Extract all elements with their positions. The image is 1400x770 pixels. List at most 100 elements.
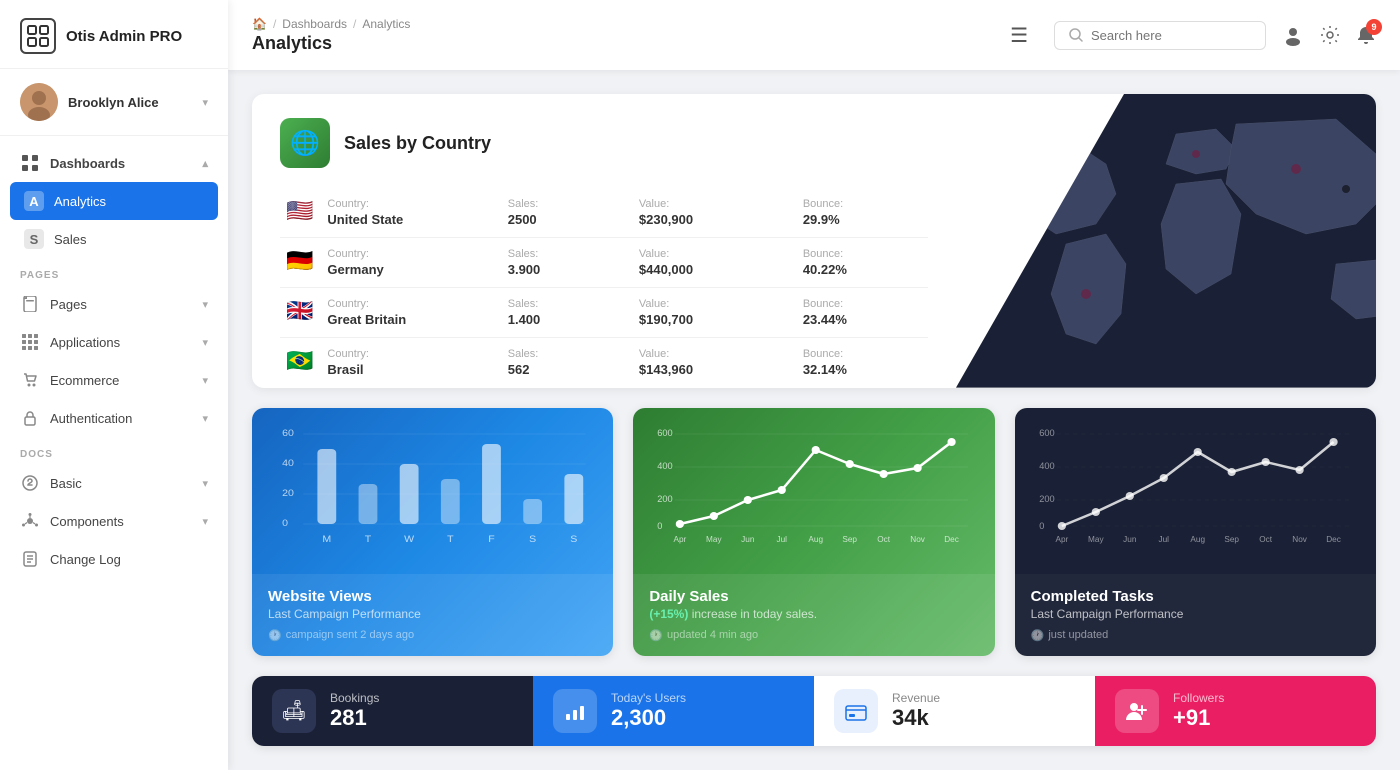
applications-chevron-icon: ▾ bbox=[202, 336, 208, 349]
svg-text:May: May bbox=[1088, 535, 1104, 544]
line-chart-green-svg: 600 400 200 0 bbox=[649, 424, 978, 574]
dashboards-chevron-icon: ▴ bbox=[202, 157, 208, 170]
daily-sales-chart: 600 400 200 0 bbox=[633, 408, 994, 574]
user-name: Brooklyn Alice bbox=[68, 95, 192, 110]
svg-text:Nov: Nov bbox=[911, 535, 927, 544]
country-label: Country: bbox=[327, 298, 495, 310]
sales-value: 562 bbox=[508, 362, 627, 377]
sidebar-item-components[interactable]: Components ▾ bbox=[0, 502, 228, 540]
svg-text:0: 0 bbox=[658, 521, 663, 531]
analytics-label: Analytics bbox=[54, 194, 204, 209]
svg-text:Sep: Sep bbox=[843, 535, 858, 544]
search-input[interactable] bbox=[1091, 28, 1251, 43]
svg-text:T: T bbox=[447, 534, 453, 544]
website-views-chart: 60 40 20 0 bbox=[252, 408, 613, 574]
svg-text:60: 60 bbox=[282, 428, 294, 438]
country-flag: 🇩🇪 bbox=[286, 248, 313, 273]
bar-chart-svg: 60 40 20 0 bbox=[268, 424, 597, 574]
content-area: 🌐 Sales by Country 🇺🇸 Country: United St… bbox=[228, 70, 1400, 770]
country-flag: 🇧🇷 bbox=[286, 348, 313, 373]
svg-text:600: 600 bbox=[658, 428, 673, 438]
website-views-subtitle: Last Campaign Performance bbox=[268, 607, 597, 621]
stat-bookings-text: Bookings 281 bbox=[330, 691, 379, 731]
sales-label: Sales: bbox=[508, 248, 627, 260]
bounce-label: Bounce: bbox=[803, 248, 922, 260]
notification-badge: 9 bbox=[1366, 19, 1382, 35]
daily-sales-info: Daily Sales (+15%) increase in today sal… bbox=[633, 574, 994, 656]
svg-text:T: T bbox=[365, 534, 371, 544]
sidebar-item-authentication[interactable]: Authentication ▾ bbox=[0, 399, 228, 437]
country-flag: 🇺🇸 bbox=[286, 198, 313, 223]
pages-chevron-icon: ▾ bbox=[202, 298, 208, 311]
svg-text:Oct: Oct bbox=[878, 535, 892, 544]
completed-tasks-title: Completed Tasks bbox=[1031, 588, 1360, 605]
country-label: Country: bbox=[327, 348, 495, 360]
analytics-icon: A bbox=[24, 191, 44, 211]
value-value: $230,900 bbox=[639, 212, 791, 227]
sidebar-item-ecommerce[interactable]: Ecommerce ▾ bbox=[0, 361, 228, 399]
bookings-icon: 🛋 bbox=[272, 689, 316, 733]
stats-row: 🛋 Bookings 281 Today's Users 2,3 bbox=[252, 676, 1376, 746]
svg-text:200: 200 bbox=[1039, 494, 1054, 504]
topbar-icons: 9 bbox=[1282, 24, 1376, 46]
globe-icon: 🌐 bbox=[280, 118, 330, 168]
profile-icon[interactable] bbox=[1282, 24, 1304, 46]
authentication-label: Authentication bbox=[50, 411, 192, 426]
svg-text:Dec: Dec bbox=[945, 535, 960, 544]
website-views-footer: 🕐 campaign sent 2 days ago bbox=[268, 629, 597, 642]
svg-text:Jul: Jul bbox=[1158, 535, 1169, 544]
svg-text:0: 0 bbox=[282, 518, 288, 528]
authentication-icon bbox=[20, 408, 40, 428]
sales-card-header: 🌐 Sales by Country bbox=[280, 118, 928, 168]
line-chart-dark-svg: 600 400 200 0 bbox=[1031, 424, 1360, 574]
value-label: Value: bbox=[639, 348, 791, 360]
value-value: $190,700 bbox=[639, 312, 791, 327]
bookings-value: 281 bbox=[330, 705, 379, 731]
sidebar-item-applications[interactable]: Applications ▾ bbox=[0, 323, 228, 361]
sep1: / bbox=[273, 17, 276, 31]
svg-text:600: 600 bbox=[1039, 428, 1054, 438]
search-box[interactable] bbox=[1054, 21, 1266, 50]
user-area[interactable]: Brooklyn Alice ▾ bbox=[0, 69, 228, 136]
sidebar-item-changelog[interactable]: Change Log bbox=[0, 540, 228, 578]
svg-text:Nov: Nov bbox=[1292, 535, 1308, 544]
stat-bookings: 🛋 Bookings 281 bbox=[252, 676, 533, 746]
pages-section-label: PAGES bbox=[0, 258, 228, 285]
basic-icon bbox=[20, 473, 40, 493]
value-label: Value: bbox=[639, 298, 791, 310]
components-label: Components bbox=[50, 514, 192, 529]
ecommerce-label: Ecommerce bbox=[50, 373, 192, 388]
country-name: United State bbox=[327, 212, 495, 227]
sidebar-item-sales[interactable]: S Sales bbox=[0, 220, 228, 258]
main-content: 🏠 / Dashboards / Analytics Analytics ☰ bbox=[228, 0, 1400, 770]
users-chart-icon bbox=[553, 689, 597, 733]
svg-text:Jun: Jun bbox=[1123, 535, 1136, 544]
daily-sales-subtitle: (+15%) increase in today sales. bbox=[649, 607, 978, 621]
basic-chevron-icon: ▾ bbox=[202, 477, 208, 490]
svg-text:Aug: Aug bbox=[809, 535, 824, 544]
svg-text:Apr: Apr bbox=[1055, 535, 1068, 544]
completed-tasks-info: Completed Tasks Last Campaign Performanc… bbox=[1015, 574, 1376, 656]
sales-label: Sales: bbox=[508, 298, 627, 310]
sidebar-item-analytics[interactable]: A Analytics bbox=[10, 182, 218, 220]
country-flag: 🇬🇧 bbox=[286, 298, 313, 323]
ecommerce-chevron-icon: ▾ bbox=[202, 374, 208, 387]
applications-label: Applications bbox=[50, 335, 192, 350]
hamburger-icon[interactable]: ☰ bbox=[1010, 23, 1028, 48]
followers-label: Followers bbox=[1173, 691, 1224, 705]
sidebar-item-basic[interactable]: Basic ▾ bbox=[0, 464, 228, 502]
pages-label: Pages bbox=[50, 297, 192, 312]
notifications-icon[interactable]: 9 bbox=[1356, 25, 1376, 45]
sales-value: 1.400 bbox=[508, 312, 627, 327]
sidebar-item-pages[interactable]: Pages ▾ bbox=[0, 285, 228, 323]
sales-icon: S bbox=[24, 229, 44, 249]
logo-icon bbox=[20, 18, 56, 54]
stat-revenue-text: Revenue 34k bbox=[892, 691, 940, 731]
world-map bbox=[956, 94, 1376, 388]
value-value: $143,960 bbox=[639, 362, 791, 377]
map-svg bbox=[956, 94, 1376, 388]
settings-icon[interactable] bbox=[1320, 25, 1340, 45]
charts-row: 60 40 20 0 bbox=[252, 408, 1376, 656]
sidebar-item-dashboards[interactable]: Dashboards ▴ bbox=[0, 144, 228, 182]
sales-value: 3.900 bbox=[508, 262, 627, 277]
